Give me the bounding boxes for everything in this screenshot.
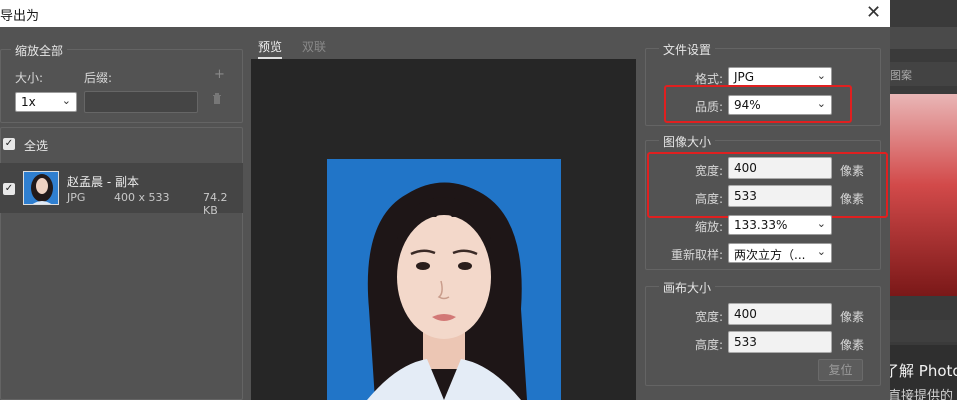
canvas-width-input[interactable]: 400 (728, 303, 832, 325)
bg-panel-strip (890, 320, 957, 342)
image-size-heading: 图像大小 (659, 133, 716, 150)
bg-learn-title: 了解 Photos (890, 362, 957, 380)
export-as-dialog: 导出为 ✕ 缩放全部 大小: 后缀: + 1x ⌄ ✓ 全选 ✓ 赵孟晨 - 副… (0, 0, 890, 400)
bg-toolbar (890, 27, 957, 49)
canvas-width-label: 宽度: (695, 310, 724, 324)
file-checkbox[interactable]: ✓ (3, 183, 15, 195)
dialog-titlebar: 导出为 ✕ (0, 0, 890, 27)
format-select-value: JPG (734, 70, 755, 84)
size-select-value: 1x (21, 95, 36, 109)
scale-select[interactable]: 133.33% ⌄ (728, 215, 832, 235)
red-annotation-box (664, 85, 852, 123)
bg-tab-bar: 图案 (890, 62, 957, 86)
chevron-down-icon: ⌄ (61, 94, 71, 107)
file-name: 赵孟晨 - 副本 (67, 175, 139, 189)
bg-learn-panel: 了解 Photos 直接提供的 (890, 345, 957, 400)
bg-tab-patterns[interactable]: 图案 (890, 67, 912, 83)
file-dimensions: 400 x 533 (114, 191, 170, 204)
bg-learn-sub: 直接提供的 (890, 389, 954, 400)
scale-select-value: 133.33% (734, 218, 788, 232)
size-select[interactable]: 1x ⌄ (15, 92, 77, 112)
background-app: 图案 了解 Photos 直接提供的 (890, 0, 957, 400)
canvas-size-heading: 画布大小 (659, 279, 716, 296)
red-annotation-box (647, 152, 888, 218)
size-label: 大小: (15, 71, 44, 85)
file-size: 74.2 KB (203, 191, 228, 217)
canvas-width-unit: 像素 (840, 310, 865, 324)
file-format: JPG (67, 191, 86, 204)
canvas-height-input[interactable]: 533 (728, 331, 832, 353)
file-settings-heading: 文件设置 (659, 41, 716, 58)
format-select[interactable]: JPG ⌄ (728, 67, 832, 87)
tab-2up[interactable]: 双联 (302, 38, 326, 55)
close-icon[interactable]: ✕ (866, 1, 881, 25)
left-panel: 缩放全部 大小: 后缀: + 1x ⌄ ✓ 全选 ✓ 赵孟晨 - 副本 JPG … (0, 27, 243, 400)
chevron-down-icon: ⌄ (816, 69, 826, 82)
chevron-down-icon: ⌄ (816, 217, 826, 230)
select-all-checkbox[interactable]: ✓ (3, 138, 15, 150)
scale-all-heading: 缩放全部 (11, 42, 68, 59)
reset-button[interactable]: 复位 (818, 359, 863, 381)
scale-label: 缩放: (695, 220, 724, 234)
dialog-title: 导出为 (0, 9, 40, 24)
suffix-label: 后缀: (84, 71, 113, 85)
tab-preview[interactable]: 预览 (258, 38, 283, 59)
file-row[interactable]: ✓ 赵孟晨 - 副本 JPG 400 x 533 74.2 KB (0, 163, 243, 217)
select-all-label[interactable]: 全选 (24, 137, 48, 154)
resample-select-value: 两次立方（... (734, 248, 806, 262)
resample-label: 重新取样: (671, 248, 724, 262)
resample-select[interactable]: 两次立方（... ⌄ (728, 243, 832, 263)
chevron-down-icon: ⌄ (816, 245, 826, 258)
preview-image (327, 159, 561, 400)
bg-color-picker[interactable] (890, 94, 957, 296)
file-thumbnail (23, 171, 59, 205)
canvas-height-label: 高度: (695, 338, 724, 352)
canvas-height-unit: 像素 (840, 338, 865, 352)
add-icon[interactable]: + (214, 67, 225, 82)
suffix-input[interactable] (84, 91, 198, 113)
trash-icon[interactable] (212, 93, 222, 107)
